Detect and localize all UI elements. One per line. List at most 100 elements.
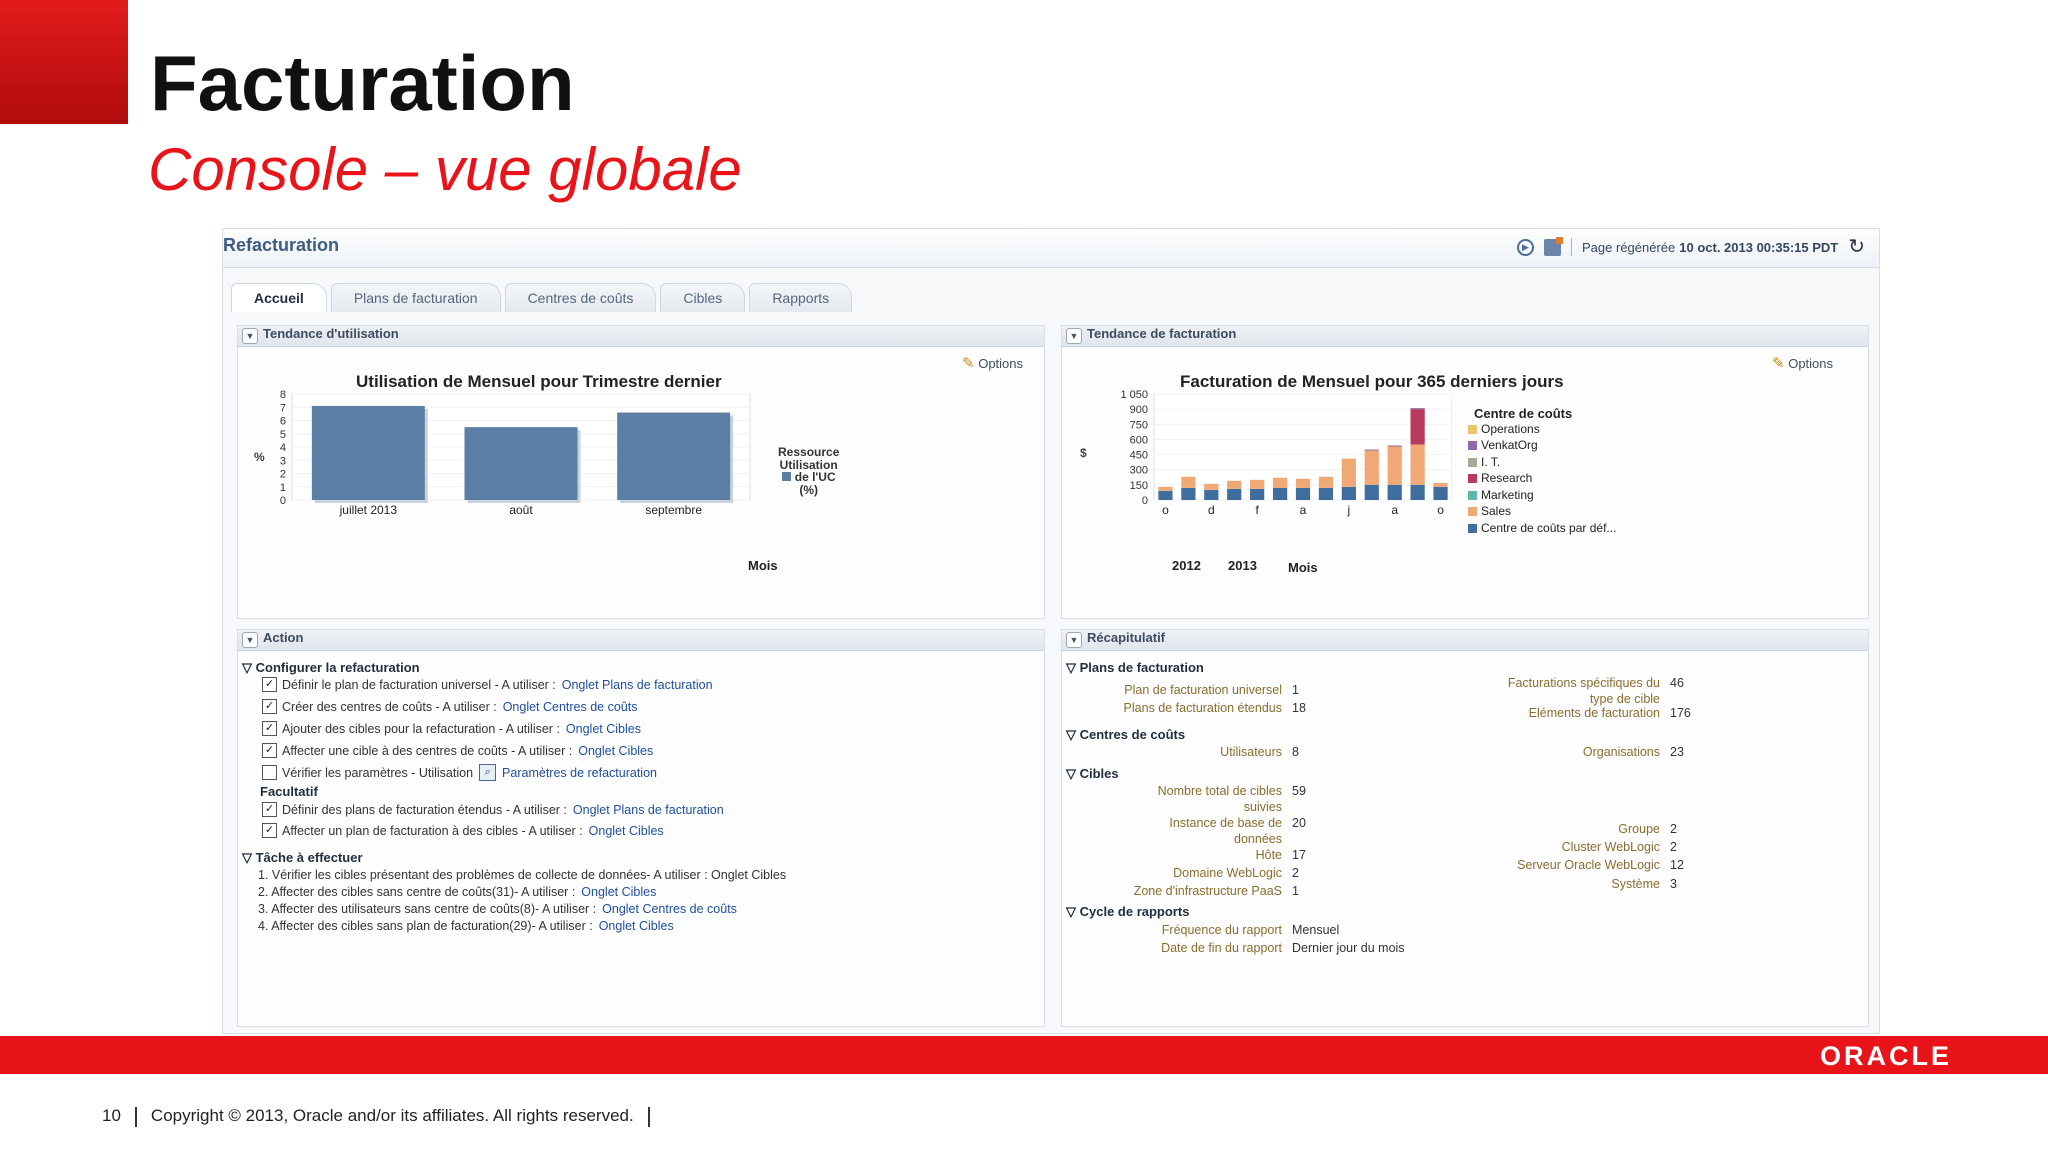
billing-year-2012: 2012 bbox=[1172, 558, 1201, 573]
bar-segment bbox=[1227, 488, 1242, 500]
calendar-icon[interactable] bbox=[1544, 236, 1563, 256]
collapse-icon[interactable]: ▼ bbox=[1066, 328, 1082, 344]
y-tick-label: 5 bbox=[280, 429, 286, 441]
tab-accueil[interactable]: Accueil bbox=[231, 283, 327, 312]
legend-it: I. T. bbox=[1468, 455, 1500, 469]
item-link[interactable]: Onglet Centres de coûts bbox=[503, 700, 638, 714]
legend-venkatorg: VenkatOrg bbox=[1468, 438, 1538, 452]
copyright-text: Copyright © 2013, Oracle and/or its affi… bbox=[150, 1106, 634, 1125]
checkbox[interactable]: ✓ bbox=[262, 677, 277, 692]
bar-segment bbox=[1318, 476, 1334, 488]
checkbox[interactable]: ✓ bbox=[262, 699, 277, 714]
billing-trend-title: Tendance de facturation bbox=[1087, 326, 1237, 341]
kv-label: Zone d'infrastructure PaaS bbox=[1133, 884, 1282, 898]
kv-value: 2 bbox=[1292, 866, 1299, 880]
y-tick-label: 0 bbox=[1142, 495, 1148, 507]
y-tick-label: 150 bbox=[1130, 480, 1148, 492]
usage-legend: Ressource Utilisation de l'UC (%) bbox=[778, 446, 839, 496]
item-link[interactable]: Paramètres de refacturation bbox=[502, 766, 657, 780]
usage-trend-panel: ▼ Tendance d'utilisation ✎ Options Utilis… bbox=[237, 325, 1045, 619]
bar-segment bbox=[1272, 487, 1288, 500]
tab-cibles[interactable]: Cibles bbox=[660, 283, 746, 312]
task-link[interactable]: Onglet Cibles bbox=[711, 868, 786, 882]
billing-options-link[interactable]: ✎ Options bbox=[1772, 354, 1833, 372]
regen-label: Page régénérée bbox=[1582, 239, 1676, 255]
item-link[interactable]: Onglet Cibles bbox=[589, 824, 664, 838]
billing-trend-header: ▼ Tendance de facturation bbox=[1062, 326, 1868, 347]
task-link[interactable]: Onglet Centres de coûts bbox=[602, 902, 737, 916]
x-tick-label: a bbox=[1391, 503, 1398, 517]
x-tick-label: j bbox=[1347, 503, 1351, 517]
tab-plans-facturation[interactable]: Plans de facturation bbox=[330, 283, 501, 312]
kv-label: Fréquence du rapport bbox=[1161, 923, 1282, 937]
x-tick-label: o bbox=[1162, 503, 1169, 517]
oracle-logo: ORACLE bbox=[1820, 1041, 1952, 1071]
usage-options-link[interactable]: ✎ Options bbox=[962, 354, 1023, 372]
pencil-icon: ✎ bbox=[962, 355, 975, 372]
cost-centers-section[interactable]: ▽ Centres de coûts bbox=[1066, 727, 1185, 743]
legend-swatch bbox=[1468, 506, 1477, 516]
legend-default: Centre de coûts par déf... bbox=[1468, 521, 1616, 535]
kv-label: Domaine WebLogic bbox=[1173, 866, 1282, 880]
optional-title: Facultatif bbox=[260, 784, 318, 799]
usage-options-label: Options bbox=[978, 356, 1024, 371]
item-link[interactable]: Onglet Cibles bbox=[578, 744, 653, 758]
legend-label: VenkatOrg bbox=[1481, 438, 1538, 452]
bar-segment bbox=[1158, 490, 1173, 500]
slide-subtitle: Console – vue globale bbox=[148, 136, 742, 203]
divider bbox=[1571, 238, 1572, 256]
y-tick-label: 300 bbox=[1130, 465, 1148, 477]
task-link[interactable]: Onglet Cibles bbox=[599, 919, 674, 933]
app-title: Refacturation bbox=[223, 235, 340, 255]
slide-title: Facturation bbox=[150, 39, 575, 127]
header-toolbar: ▶ Page régénérée 10 oct. 2013 00:35:15 P… bbox=[1517, 236, 1865, 257]
kv-label: Eléments de facturation bbox=[1528, 706, 1660, 720]
optional-item-1: ✓ Définir des plans de facturation étendu… bbox=[262, 802, 724, 817]
x-tick-label: septembre bbox=[645, 503, 702, 517]
kv-value: 17 bbox=[1292, 848, 1306, 862]
collapse-icon[interactable]: ▼ bbox=[242, 328, 258, 344]
item-text: Créer des centres de coûts - A utiliser … bbox=[282, 699, 497, 714]
y-tick-label: 3 bbox=[280, 455, 286, 467]
configure-section[interactable]: ▽ Configurer la refacturation bbox=[242, 660, 420, 676]
checkbox[interactable] bbox=[262, 765, 277, 780]
billing-chart: 1 050 900 750 600 450 300 150 0 o d f a j a o bbox=[1120, 390, 1452, 517]
item-link[interactable]: Onglet Plans de facturation bbox=[562, 678, 713, 692]
bar-segment bbox=[1364, 484, 1379, 500]
task-item-4: 4. Affecter des cibles sans plan de fact… bbox=[258, 919, 674, 933]
task-item-2: 2. Affecter des cibles sans centre de co… bbox=[258, 885, 656, 899]
billing-chart-title: Facturation de Mensuel pour 365 derniers… bbox=[1180, 372, 1564, 391]
targets-section[interactable]: ▽ Cibles bbox=[1066, 766, 1119, 782]
checkbox[interactable]: ✓ bbox=[262, 802, 277, 817]
billing-y-symbol: $ bbox=[1080, 446, 1087, 460]
tab-rapports[interactable]: Rapports bbox=[749, 283, 853, 312]
bar-segment bbox=[1318, 487, 1334, 500]
task-link[interactable]: Onglet Cibles bbox=[581, 885, 656, 899]
collapse-icon[interactable]: ▼ bbox=[1066, 632, 1082, 648]
play-icon[interactable]: ▶ bbox=[1517, 238, 1534, 256]
bar bbox=[464, 427, 578, 500]
plans-section[interactable]: ▽ Plans de facturation bbox=[1066, 660, 1204, 676]
checkbox[interactable]: ✓ bbox=[262, 721, 277, 736]
task-item-3: 3. Affecter des utilisateurs sans centre… bbox=[258, 902, 737, 916]
tasks-section[interactable]: ▽ Tâche à effectuer bbox=[242, 850, 363, 866]
tab-centres-couts[interactable]: Centres de coûts bbox=[504, 283, 657, 312]
item-text: Définir le plan de facturation universel… bbox=[282, 677, 556, 692]
checkbox[interactable]: ✓ bbox=[262, 823, 277, 838]
footer-separator bbox=[134, 1106, 137, 1127]
item-link[interactable]: Onglet Cibles bbox=[566, 722, 641, 736]
bar-segment bbox=[1272, 477, 1288, 488]
kv-value: Mensuel bbox=[1292, 923, 1340, 937]
collapse-icon[interactable]: ▼ bbox=[242, 632, 258, 648]
task-text: 3. Affecter des utilisateurs sans centre… bbox=[258, 902, 597, 916]
y-tick-label: 6 bbox=[280, 416, 286, 428]
y-tick-label: 8 bbox=[280, 390, 286, 401]
reports-section[interactable]: ▽ Cycle de rapports bbox=[1066, 904, 1189, 920]
item-link[interactable]: Onglet Plans de facturation bbox=[573, 803, 724, 817]
checkbox[interactable]: ✓ bbox=[262, 743, 277, 758]
slide-accent-square bbox=[0, 0, 128, 124]
refresh-icon[interactable]: ↻ bbox=[1848, 237, 1865, 257]
legend-research: Research bbox=[1468, 471, 1532, 485]
search-icon[interactable]: ⌕ bbox=[479, 764, 497, 781]
action-header: ▼ Action bbox=[238, 630, 1044, 651]
